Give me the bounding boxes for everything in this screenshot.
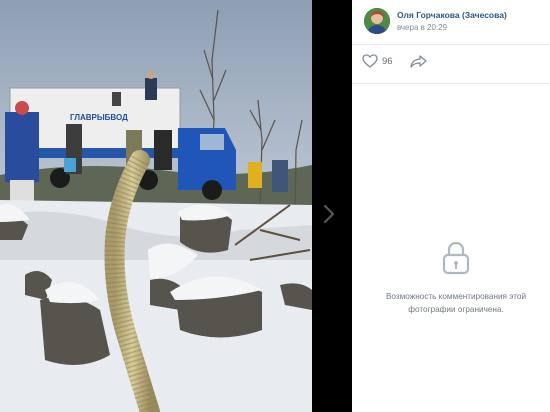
post-timestamp[interactable]: вчера в 20:29 <box>397 23 447 32</box>
avatar[interactable] <box>364 8 390 34</box>
like-count: 96 <box>382 55 393 67</box>
chevron-right-icon <box>324 205 334 223</box>
share-button[interactable] <box>410 55 427 73</box>
photo-side-panel: Оля Горчакова (Зачесова) вчера в 20:29 9… <box>352 0 550 412</box>
author-name-link[interactable]: Оля Горчакова (Зачесова) <box>397 10 507 20</box>
divider <box>352 44 550 45</box>
next-photo-button[interactable] <box>312 0 352 412</box>
photo-image: ГЛАВРЫБВОД <box>0 0 312 412</box>
share-arrow-icon <box>410 55 427 68</box>
heart-outline-icon <box>362 54 378 68</box>
author-header: Оля Горчакова (Зачесова) вчера в 20:29 <box>352 0 550 44</box>
lock-icon <box>442 241 470 275</box>
photo-viewer: ГЛАВРЫБВОД <box>0 0 352 412</box>
truck-sign: ГЛАВРЫБВОД <box>70 113 128 122</box>
photo[interactable]: ГЛАВРЫБВОД <box>0 0 312 412</box>
photo-actions: 96 <box>352 46 550 82</box>
comments-restricted-text: Возможность комментирования этой фотогра… <box>385 292 527 314</box>
avatar-image <box>364 8 390 34</box>
divider <box>352 83 550 84</box>
like-button[interactable]: 96 <box>362 54 393 68</box>
comments-restricted <box>441 240 471 276</box>
